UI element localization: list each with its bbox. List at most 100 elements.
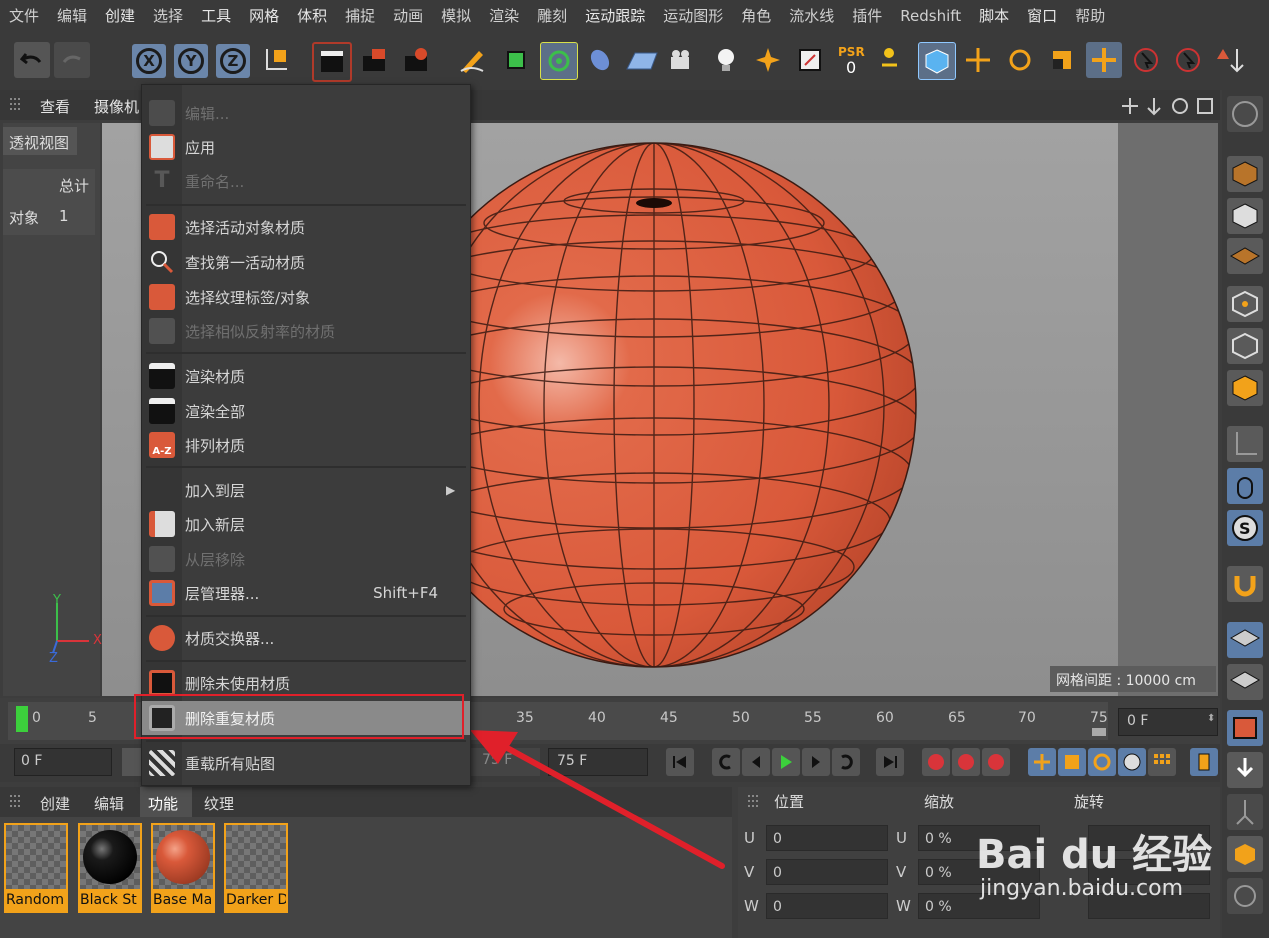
live-select-button[interactable] [1086, 42, 1122, 78]
render-picture-viewer-button[interactable] [356, 42, 392, 78]
menu-mesh[interactable]: 网格 [240, 0, 288, 32]
explode-button[interactable] [750, 42, 786, 78]
camera-menu[interactable]: 摄像机 [94, 96, 139, 117]
menu-item-reload-all-textures[interactable]: 重载所有贴图 [142, 746, 470, 780]
menu-animate[interactable]: 动画 [384, 0, 432, 32]
menu-item-remove-from-layer[interactable]: 从层移除 [142, 542, 470, 576]
menu-edit[interactable]: 编辑 [48, 0, 96, 32]
menu-item-edit[interactable]: 编辑... [142, 96, 470, 130]
deformer-button[interactable] [582, 42, 618, 78]
edge-mode-button[interactable] [1227, 328, 1263, 364]
menu-select[interactable]: 选择 [144, 0, 192, 32]
undo-button[interactable] [14, 42, 50, 78]
floor-button[interactable] [624, 42, 660, 78]
position-v-field[interactable]: 0 [766, 859, 888, 885]
subdivision-button[interactable] [540, 42, 578, 80]
tab-edit[interactable]: 编辑 [94, 793, 124, 814]
menu-item-apply[interactable]: 应用 [142, 130, 470, 164]
menu-motion-tracking[interactable]: 运动跟踪 [576, 0, 654, 32]
next-frame-button[interactable] [802, 748, 830, 776]
axis-mode-button[interactable] [1227, 426, 1263, 462]
menu-render[interactable]: 渲染 [480, 0, 528, 32]
menu-item-render-all[interactable]: 渲染全部 [142, 394, 470, 428]
scroll-left-button[interactable] [122, 748, 142, 776]
menu-item-add-new-layer[interactable]: 加入新层 [142, 507, 470, 541]
import-button[interactable] [1227, 752, 1263, 788]
current-frame-field[interactable]: 0 F ⬍ [1118, 708, 1218, 736]
z-axis-lock-button[interactable]: Z [216, 44, 250, 78]
render-view-button[interactable] [312, 42, 352, 82]
play-button[interactable] [772, 748, 800, 776]
rotate-tool-button[interactable] [1002, 42, 1038, 78]
workplane-button[interactable] [1227, 238, 1263, 274]
material-card[interactable]: Darker D [224, 823, 288, 913]
points-mode-button[interactable] [1227, 156, 1263, 192]
menu-file[interactable]: 文件 [0, 0, 48, 32]
window-layout-button[interactable] [1227, 710, 1263, 746]
goto-end-button[interactable] [876, 748, 904, 776]
end-marker[interactable] [1092, 728, 1106, 736]
position-u-field[interactable]: 0 [766, 825, 888, 851]
menu-character[interactable]: 角色 [732, 0, 780, 32]
key-pla-button[interactable] [1148, 748, 1176, 776]
model-mode-button[interactable] [918, 42, 956, 80]
menu-item-select-similar-reflectance[interactable]: 选择相似反射率的材质 [142, 314, 470, 348]
menu-create[interactable]: 创建 [96, 0, 144, 32]
material-card[interactable]: Base Ma [151, 823, 215, 913]
render-settings-button[interactable] [398, 42, 434, 78]
timeline-settings-button[interactable] [1190, 748, 1218, 776]
menu-item-render-material[interactable]: 渲染材质 [142, 359, 470, 393]
view-menu[interactable]: 查看 [40, 96, 70, 117]
key-position-button[interactable] [1028, 748, 1056, 776]
cube-primitive-button[interactable] [498, 42, 534, 78]
menu-window[interactable]: 窗口 [1018, 0, 1066, 32]
solo-mode-button[interactable]: S [1227, 510, 1263, 546]
menu-sculpt[interactable]: 雕刻 [528, 0, 576, 32]
redo-button[interactable] [54, 42, 90, 78]
key-scale-button[interactable] [1058, 748, 1086, 776]
menu-item-layer-manager[interactable]: 层管理器... Shift+F4 [142, 576, 470, 610]
menu-script[interactable]: 脚本 [970, 0, 1018, 32]
workplane-align-button[interactable] [1227, 664, 1263, 700]
menu-item-select-active-material[interactable]: 选择活动对象材质 [142, 210, 470, 244]
export-button[interactable] [1227, 836, 1263, 872]
tab-function-active[interactable]: 功能 [140, 787, 192, 817]
material-card[interactable]: Black St [78, 823, 142, 913]
select-tool-button[interactable] [1128, 42, 1164, 78]
key-param-button[interactable] [1118, 748, 1146, 776]
select-tool-2-button[interactable] [1170, 42, 1206, 78]
move-tool-button[interactable] [960, 42, 996, 78]
menu-item-add-to-layer[interactable]: 加入到层 ▶ [142, 473, 470, 507]
menu-item-rename[interactable]: T 重命名... [142, 164, 470, 198]
record-button[interactable] [922, 748, 950, 776]
scale-tool-button[interactable] [1044, 42, 1080, 78]
polygon-mode-button[interactable] [1227, 370, 1263, 406]
position-w-field[interactable]: 0 [766, 893, 888, 919]
camera-button[interactable] [664, 42, 700, 78]
lock-workplane-button[interactable] [1227, 622, 1263, 658]
viewport-nav-icons[interactable] [1120, 96, 1216, 116]
pen-tool-button[interactable] [454, 42, 490, 78]
start-frame-field[interactable]: 0 F [14, 748, 112, 776]
tab-create[interactable]: 创建 [40, 793, 70, 814]
xpresso-button[interactable] [792, 42, 828, 78]
y-axis-lock-button[interactable]: Y [174, 44, 208, 78]
menu-snap[interactable]: 捕捉 [336, 0, 384, 32]
playhead-marker[interactable] [16, 706, 28, 732]
axis-snap-button[interactable] [1212, 42, 1248, 78]
menu-item-find-first-active-material[interactable]: 查找第一活动材质 [142, 245, 470, 279]
menu-pipeline[interactable]: 流水线 [780, 0, 843, 32]
menu-simulate[interactable]: 模拟 [432, 0, 480, 32]
menu-plugins[interactable]: 插件 [843, 0, 891, 32]
menu-item-sort-materials[interactable]: A-Z 排列材质 [142, 428, 470, 462]
x-axis-lock-button[interactable]: X [132, 44, 166, 78]
menu-volume[interactable]: 体积 [288, 0, 336, 32]
spinner-icon[interactable]: ⬍ [1207, 713, 1215, 724]
psr-button[interactable]: PSR 0 [834, 42, 870, 78]
material-card[interactable]: Random [4, 823, 68, 913]
menu-mograph[interactable]: 运动图形 [654, 0, 732, 32]
keyframe-selection-button[interactable] [982, 748, 1010, 776]
menu-redshift[interactable]: Redshift [891, 0, 970, 32]
menu-tools[interactable]: 工具 [192, 0, 240, 32]
tweak-mode-button[interactable] [1227, 468, 1263, 504]
